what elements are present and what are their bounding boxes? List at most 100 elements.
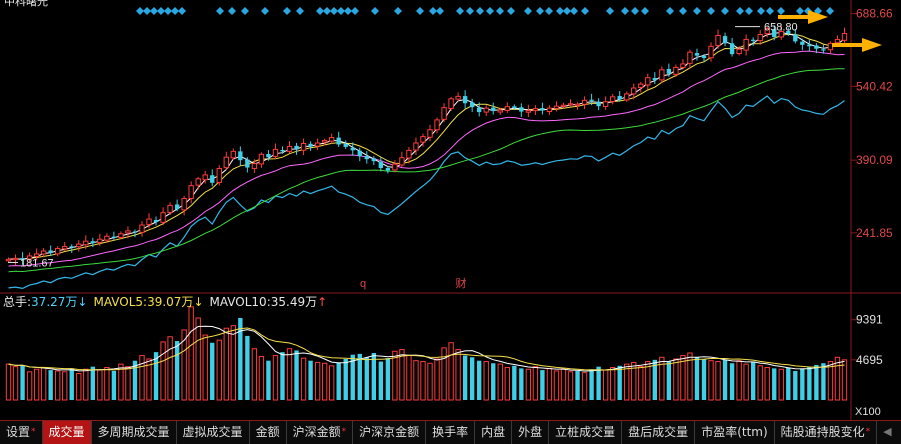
candle-down [336, 137, 341, 145]
tab-2[interactable]: 多周期成交量 [92, 421, 177, 444]
volume-bar-up [483, 361, 489, 401]
candle-up [574, 103, 581, 106]
tab-label: 立桩成交量 [555, 425, 616, 439]
tab-7[interactable]: 换手率 [426, 421, 476, 444]
candle-down [308, 143, 313, 147]
tab-11[interactable]: 盘后成交量 [622, 421, 696, 444]
volume-bar-up [497, 363, 503, 401]
tab-0[interactable]: 设置* [0, 421, 43, 444]
volume-bar-up [104, 367, 110, 401]
volume-bar-up [427, 362, 433, 401]
volume-bar-down [512, 365, 517, 400]
candle-up [160, 212, 166, 223]
candle-up [33, 253, 40, 257]
candle-up [708, 45, 714, 59]
tab-5[interactable]: 沪深金额* [287, 421, 354, 444]
tab-9[interactable]: 外盘 [512, 421, 550, 444]
stock-chart[interactable]: 中科曙光 688.66 540.42 390.09 241.85 9391 4695 X100… [0, 0, 901, 420]
volume-bar-down [596, 366, 601, 400]
candle-up [406, 149, 412, 159]
volume-legend-mavol5-label: MAVOL5: [93, 295, 147, 309]
candle-up [12, 257, 19, 261]
event-marker-q: q [360, 278, 366, 290]
candle-up [645, 77, 651, 86]
tab-label: 外盘 [518, 425, 543, 439]
candle-up [272, 148, 279, 157]
candle-down [174, 204, 180, 210]
volume-bar-up [546, 367, 553, 401]
volume-bar-up [715, 361, 721, 401]
volume-bar-up [708, 360, 714, 401]
candle-up [659, 69, 665, 81]
candle-up [195, 178, 201, 186]
candle-down [652, 78, 657, 81]
candle-down [694, 53, 700, 56]
candle-down [238, 151, 243, 161]
tab-label: 多周期成交量 [97, 425, 170, 439]
volume-bar-up [76, 373, 82, 401]
volume-bar-up [300, 357, 307, 401]
tab-superscript: * [31, 427, 36, 437]
tab-3[interactable]: 虚拟成交量 [177, 421, 250, 444]
candle-up [392, 163, 398, 171]
candle-down [343, 143, 348, 147]
volume-bar-down [266, 360, 271, 400]
volume-bar-down [729, 363, 735, 400]
candle-up [427, 129, 433, 138]
volume-bar-up [455, 349, 461, 401]
tab-13[interactable]: 陆股通持股变化* [775, 421, 878, 444]
volume-bar-up [680, 355, 686, 401]
volume-bar-up [841, 359, 848, 401]
volume-bar-up [97, 369, 103, 401]
candle-down [814, 45, 819, 49]
tab-10[interactable]: 立桩成交量 [549, 421, 623, 444]
volume-bar-up [778, 368, 784, 401]
candle-up [680, 63, 686, 68]
volume-bar-up [272, 355, 279, 401]
volume-bar-up [553, 370, 560, 401]
tab-8[interactable]: 内盘 [475, 421, 513, 444]
candle-down [210, 175, 215, 183]
volume-bar-up [420, 361, 426, 401]
volume-bar-up [12, 366, 19, 401]
candle-up [638, 83, 644, 88]
candle-up [581, 99, 588, 105]
candle-down [245, 159, 250, 168]
volume-bar-up [139, 355, 145, 401]
candle-up [455, 95, 461, 100]
candle-down [540, 108, 545, 111]
candle-up [230, 150, 236, 159]
candle-down [729, 43, 735, 55]
tab-6[interactable]: 沪深京金额 [353, 421, 427, 444]
candle-down [491, 107, 496, 112]
tab-label: 沪深京金额 [359, 425, 420, 439]
volume-bar-up [560, 368, 567, 401]
candle-down [385, 168, 391, 171]
tab-label: 换手率 [432, 425, 469, 439]
volume-bar-down [69, 368, 74, 400]
candle-up [827, 42, 834, 51]
tab-label: 陆股通持股变化 [780, 425, 865, 439]
volume-bar-down [722, 359, 728, 400]
volume-bar-up [83, 368, 89, 401]
price-tick-label: 540.42 [856, 79, 893, 93]
tab-1[interactable]: 成交量 [42, 421, 92, 444]
candle-up [434, 119, 440, 131]
candle-up [258, 153, 265, 165]
tab-12[interactable]: 市盈率(ttm) [695, 421, 775, 444]
volume-unit-label: X100 [855, 406, 881, 418]
volume-legend-mavol5-arrow: ↓ [193, 295, 203, 309]
volume-bar-up [321, 362, 328, 401]
tab-4[interactable]: 金额 [250, 421, 287, 444]
volume-bar-up [448, 342, 454, 401]
candle-down [750, 39, 756, 41]
volume-tick-label: 9391 [856, 313, 883, 327]
tab-scroll-left-icon[interactable]: ◀ [883, 421, 891, 444]
tab-scroll-controls[interactable]: ◀▶ [877, 421, 901, 444]
candle-down [378, 161, 384, 169]
candle-up [399, 157, 405, 166]
candle-up [62, 246, 68, 250]
candle-up [223, 156, 229, 169]
indicator-tab-bar: 设置* 成交量 多周期成交量 虚拟成交量 金额 沪深金额* 沪深京金额 换手率 内盘 外盘 立桩成交… [0, 420, 901, 444]
volume-bar-down [617, 365, 622, 400]
